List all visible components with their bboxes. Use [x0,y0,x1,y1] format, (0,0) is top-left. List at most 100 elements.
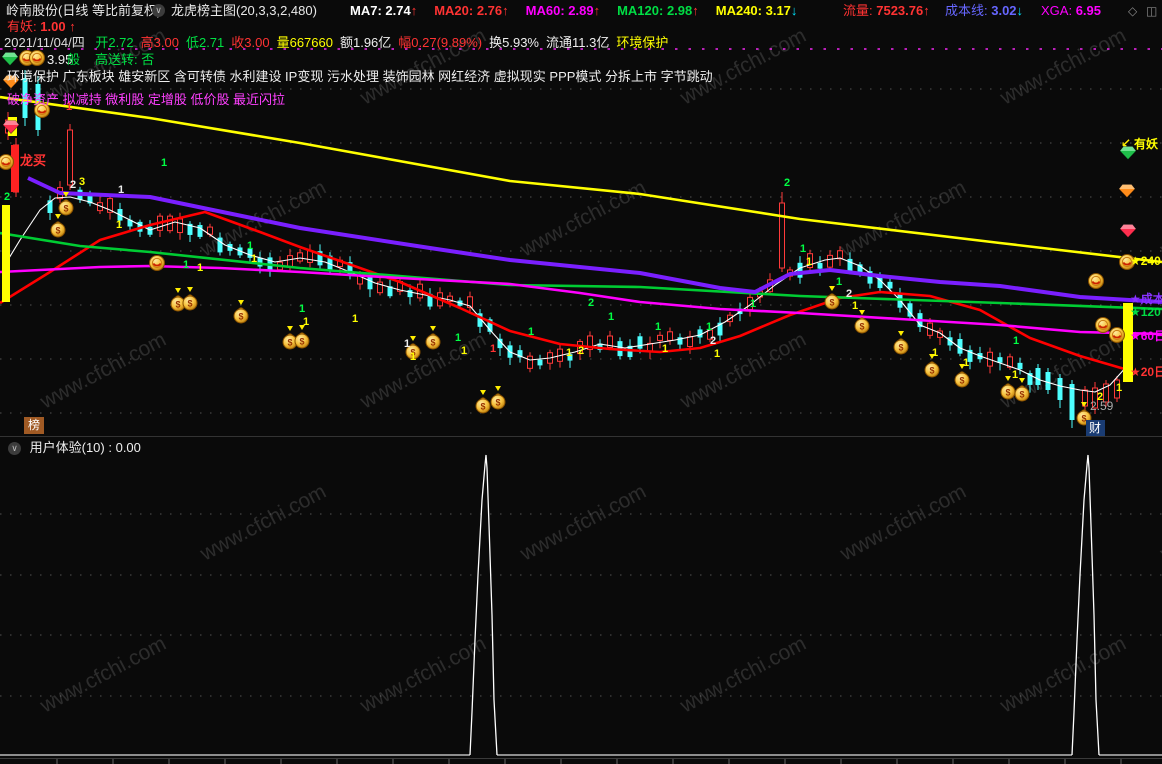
signal-number: 1 [251,253,257,265]
money-bag-icon: $ [282,326,298,350]
money-bag-icon: $ [294,325,310,349]
signal-number: 2 [70,179,76,191]
money-bag-icon: $ [490,386,506,410]
signal-number: 1 [566,347,572,359]
right-axis-label: ★60日 [1130,329,1162,343]
chevron-down-icon[interactable]: ∨ [8,442,21,456]
ma-value-ma7: MA7: 2.74↑ [350,3,418,18]
candle-number-labels: 12 321111 11111 11111 111 2211112112111211111… [4,101,1122,403]
ohlc-field: 流通11.3亿 [546,35,610,50]
signal-number: 1 [455,332,461,344]
watermark-text: www.cfchi.com [356,328,490,414]
right-axis-label: ★120日 [1130,305,1162,319]
watermark-text: www.cfchi.com [836,480,970,566]
money-bag-icon: $ [824,286,840,310]
signal-number: 1 [836,276,842,288]
red-gem-icon [1119,224,1137,239]
header-row-3: 2021/11/04/四 开2.72 高3.00 低2.71 收3.00 量667660… [0,35,1162,51]
svg-text:$: $ [1005,388,1010,398]
highlight-bar [2,205,10,302]
signal-number: 1 [461,345,467,357]
svg-text:$: $ [187,299,192,309]
stat-chengbenxian: 成本线: 3.02↓ [945,3,1024,18]
youyao-indicator: 有妖: 1.00 ↑ [7,19,76,34]
sub-indicator-value: 0.00 [115,440,141,455]
svg-text:$: $ [929,366,934,376]
ma240-line [0,95,1162,264]
gaosongzhuan-label: 高送转: 否 [95,52,155,67]
signal-number: 3 [79,176,85,188]
ma-value-ma240: MA240: 3.17↓ [715,3,798,18]
stat-liuliang: 流量: 7523.76↑ [843,3,930,18]
svg-text:$: $ [859,322,864,332]
money-bag-icon: $ [170,288,186,312]
svg-text:$: $ [287,338,292,348]
signal-number: 1 [1012,369,1018,381]
signal-number: 1 [303,316,309,328]
risk-tags-row[interactable]: 破净资产 拟减持 微利股 定增股 低价股 最近闪拉 [7,92,285,107]
watermark-text: www.cfchi.com [996,632,1130,718]
watermark-text: www.cfchi.com [836,176,970,262]
signal-number: 1 [750,298,756,310]
svg-text:$: $ [480,402,485,412]
svg-text:$: $ [299,337,304,347]
sector-tags-row[interactable]: 环境保护 广东板块 雄安新区 含可转债 水利建设 IP变现 污水处理 装饰园林 … [7,69,713,84]
indicator-spike [1071,454,1100,756]
svg-text:$: $ [63,204,68,214]
diamond-tool-icon[interactable]: ◇ [1128,4,1137,19]
signal-number: 1 [806,256,812,268]
watermark-text: www.cfchi.com [676,328,810,414]
money-bag-icon: $ [50,214,66,238]
money-bag-icon: $ [475,390,491,414]
signal-number: 1 [706,321,712,333]
signal-number: 1 [662,343,668,355]
trading-app-window: www.cfchi.com www.cfchi.com www.cfchi.com w… [0,0,1162,764]
sub-indicator-row[interactable]: ∨ 用户体验(10) : 0.00 [8,440,141,456]
header-row-4: 3.95 般 高送转: 否 [0,52,1162,68]
money-bag-icon: $ [233,300,249,324]
ohlc-field: 额1.96亿 [339,35,392,50]
ma-values-strip: MA7: 2.74↑ MA20: 2.76↑ MA60: 2.89↑ MA120: 2… [350,3,797,18]
gold-coin-icon [0,154,14,170]
money-bag-icon: $ [182,287,198,311]
ohlc-field: 收3.00 [231,35,270,50]
svg-text:$: $ [55,226,60,236]
svg-text:$: $ [430,338,435,348]
youyao-label: 有妖: [7,19,37,34]
right-axis-label: ↙ [1121,136,1132,150]
ma-value-ma120: MA120: 2.98↑ [617,3,699,18]
gold-coin-icon [1095,317,1111,333]
signal-number: 1 [410,351,416,363]
signal-number: 1 [299,303,305,315]
right-axis-label: ★20日 [1130,365,1162,379]
date-label: 2021/11/04/四 [4,35,85,50]
right-axis-label: 有妖 [1134,137,1159,151]
money-bag-icon: $ [425,326,441,350]
signal-number: 1 [714,348,720,360]
chevron-down-icon[interactable]: ∨ [152,4,165,17]
main-chart-canvas[interactable]: www.cfchi.com www.cfchi.com www.cfchi.com w… [0,0,1162,764]
youyao-value: 1.00 [40,19,66,34]
signal-number: 1 [608,311,614,323]
svg-text:$: $ [495,398,500,408]
indicator-title[interactable]: 龙虎榜主图(20,3,3,2,480) [171,3,317,18]
sub-indicator-name[interactable]: 用户体验(10) [30,440,105,455]
signal-number: 1 [247,240,253,252]
svg-text:$: $ [238,312,243,322]
ohlc-field: 幅0.27(9.89%) [398,35,483,50]
svg-text:$: $ [959,376,964,386]
watermark-text: www.cfchi.com [196,480,330,566]
highlight-bars [2,117,1133,382]
signal-number: 1 [1116,382,1122,394]
signal-number: 1 [352,313,358,325]
signal-number: 1 [490,343,496,355]
header-row-2: 有妖: 1.00 ↑ [0,19,1162,35]
signal-number: 2 [588,297,594,309]
split-window-icon[interactable]: ◫ [1146,4,1157,19]
tab-bang[interactable]: 榜 [24,417,45,434]
stat-xga: XGA: 6.95 [1041,3,1101,18]
signal-number: 1 [197,262,203,274]
sub-indicator-chart[interactable] [0,454,1162,764]
signal-number: 2 [846,288,852,300]
ohlc-field: 开2.72 [95,35,134,50]
